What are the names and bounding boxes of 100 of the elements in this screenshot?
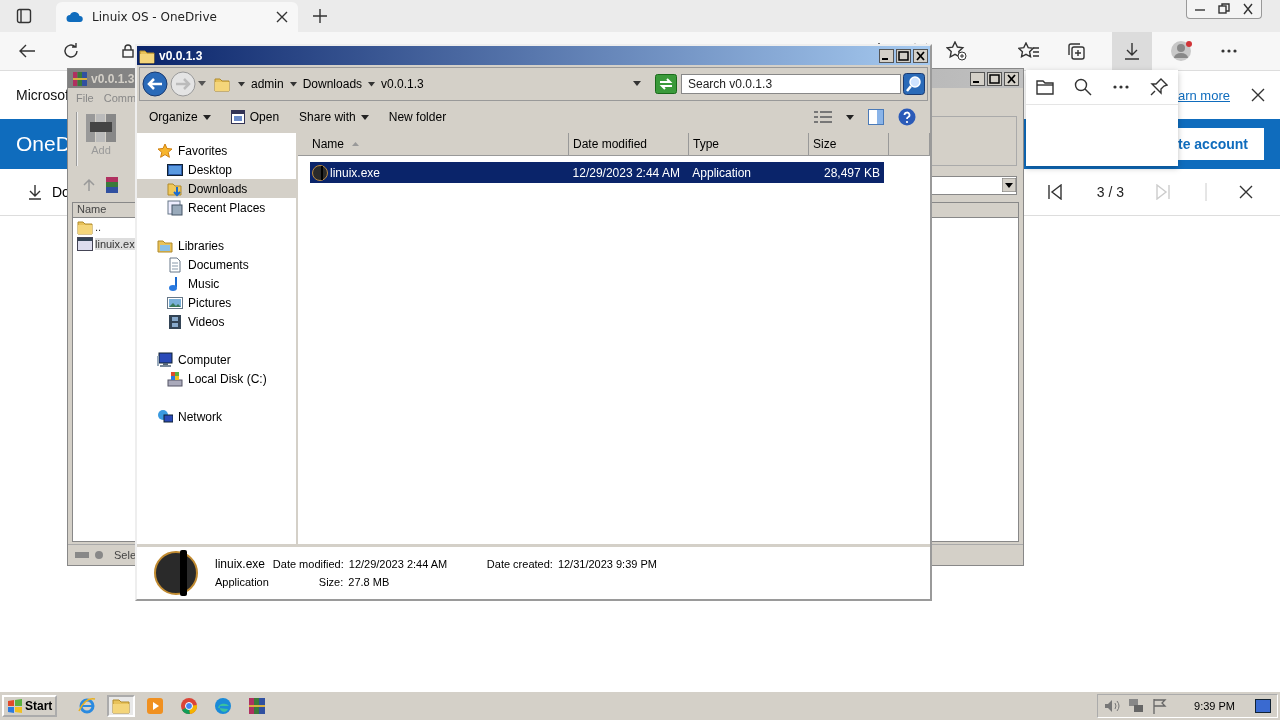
network-icon xyxy=(157,408,173,425)
close-icon[interactable] xyxy=(1004,71,1019,86)
command-button[interactable]: New folder xyxy=(388,110,447,124)
nav-item[interactable]: Local Disk (C:) xyxy=(137,369,296,388)
lock-icon xyxy=(122,44,134,58)
dropdown-arrow-icon xyxy=(633,81,641,87)
more-icon[interactable] xyxy=(1112,84,1130,90)
minimize-icon[interactable] xyxy=(879,48,894,63)
folder-outline-icon[interactable] xyxy=(1036,79,1054,95)
command-button[interactable]: Share with xyxy=(299,110,369,124)
cloud-icon xyxy=(66,11,84,23)
nav-item[interactable]: Music xyxy=(137,274,296,293)
field-label: Date created: xyxy=(486,558,553,570)
chevron-icon xyxy=(289,81,297,87)
archive-icon xyxy=(72,70,88,87)
archive-icon xyxy=(106,177,118,193)
column-header[interactable]: Type xyxy=(689,133,809,155)
windows-logo-icon xyxy=(7,699,23,713)
file-name[interactable]: linuix.ex xyxy=(95,237,135,250)
page-counter: 3 / 3 xyxy=(1096,184,1124,200)
pin-icon[interactable] xyxy=(1150,78,1168,96)
nav-item[interactable]: Desktop xyxy=(137,160,296,179)
film-icon xyxy=(167,313,183,330)
command-button[interactable]: Open xyxy=(230,110,280,124)
dropdown-arrow-icon xyxy=(360,114,369,120)
dropdown-arrow-icon[interactable] xyxy=(846,114,854,120)
library-icon xyxy=(157,237,173,254)
file-row[interactable]: linuix.exe 12/29/2023 2:44 AM Application 28,497 KB xyxy=(310,162,884,183)
new-tab-icon[interactable] xyxy=(312,8,328,24)
favorites-icon[interactable] xyxy=(1018,42,1040,60)
search-field[interactable]: Search v0.0.1.3 xyxy=(681,74,901,94)
back-icon[interactable] xyxy=(18,43,36,59)
media-player-icon xyxy=(146,697,165,715)
nav-item[interactable]: Documents xyxy=(137,255,296,274)
add-favorite-icon[interactable] xyxy=(946,41,968,61)
refresh-icon[interactable] xyxy=(655,74,677,94)
close-icon[interactable] xyxy=(1241,3,1255,15)
field-value: 12/31/2023 9:39 PM xyxy=(557,558,657,570)
view-options-icon[interactable] xyxy=(814,110,832,124)
clock[interactable]: 9:39 PM xyxy=(1194,700,1235,712)
nav-item[interactable]: Pictures xyxy=(137,293,296,312)
command-button[interactable]: Organize xyxy=(149,110,211,124)
nav-item[interactable]: Computer xyxy=(137,350,296,369)
document-icon xyxy=(167,256,183,273)
path-dropdown[interactable] xyxy=(929,175,1017,195)
search-icon[interactable] xyxy=(903,73,925,95)
volume-icon[interactable] xyxy=(1104,698,1121,714)
downloads-button[interactable] xyxy=(1112,32,1152,70)
window-icon xyxy=(230,110,245,124)
nav-item[interactable]: Recent Places xyxy=(137,198,296,217)
star-icon xyxy=(157,142,173,159)
more-icon[interactable] xyxy=(1220,48,1238,54)
nav-item[interactable]: Videos xyxy=(137,312,296,331)
status-text: Sele xyxy=(114,549,137,561)
start-button[interactable]: Start xyxy=(2,695,58,717)
browser-tab[interactable]: Linuix OS - OneDrive xyxy=(56,2,298,32)
flag-icon[interactable] xyxy=(1152,698,1169,714)
back-icon[interactable] xyxy=(142,71,168,97)
disk-drive-icon xyxy=(167,370,183,387)
dropdown-arrow-icon xyxy=(202,114,211,120)
folder-icon xyxy=(139,47,155,64)
tab-actions-icon[interactable] xyxy=(16,8,32,24)
chevron-icon xyxy=(368,81,376,87)
file-name[interactable]: .. xyxy=(95,220,102,233)
collections-icon[interactable] xyxy=(1066,41,1086,61)
preview-pane-icon[interactable] xyxy=(868,109,884,125)
profile-icon[interactable] xyxy=(1170,39,1194,63)
network-icon[interactable] xyxy=(1128,698,1145,714)
nav-item[interactable]: Network xyxy=(137,407,296,426)
download-icon xyxy=(1124,42,1140,60)
brand-name: Microsof xyxy=(16,87,69,103)
nav-item[interactable]: Favorites xyxy=(137,141,296,160)
close-icon[interactable] xyxy=(913,48,928,63)
archive-add-icon xyxy=(84,112,118,144)
maximize-icon[interactable] xyxy=(987,71,1002,86)
learn-more-link[interactable]: arn more xyxy=(1177,87,1230,103)
recent-places-icon xyxy=(167,199,183,216)
restore-icon[interactable] xyxy=(1217,3,1231,15)
dropdown-arrow-icon xyxy=(1002,178,1016,192)
picture-icon xyxy=(167,294,183,311)
desktop-icon xyxy=(167,161,183,178)
column-header[interactable]: Size xyxy=(809,133,889,155)
column-header[interactable]: Name xyxy=(73,203,136,218)
column-header[interactable]: Name xyxy=(298,133,569,155)
close-icon[interactable] xyxy=(276,11,288,23)
maximize-icon[interactable] xyxy=(896,48,911,63)
help-icon[interactable] xyxy=(898,108,916,126)
search-icon[interactable] xyxy=(1074,78,1092,96)
refresh-icon[interactable] xyxy=(62,42,80,60)
first-page-icon[interactable] xyxy=(1046,184,1063,200)
close-icon[interactable] xyxy=(1239,185,1253,199)
nav-item[interactable]: Downloads xyxy=(137,179,296,198)
nav-item[interactable]: Libraries xyxy=(137,236,296,255)
folder-icon xyxy=(214,76,232,92)
column-header[interactable]: Date modified xyxy=(569,133,689,155)
minimize-icon[interactable] xyxy=(970,71,985,86)
show-desktop-icon[interactable] xyxy=(1255,699,1271,713)
dropdown-arrow-icon[interactable] xyxy=(198,81,206,87)
archive-icon xyxy=(248,697,267,715)
close-icon[interactable] xyxy=(1250,87,1266,103)
